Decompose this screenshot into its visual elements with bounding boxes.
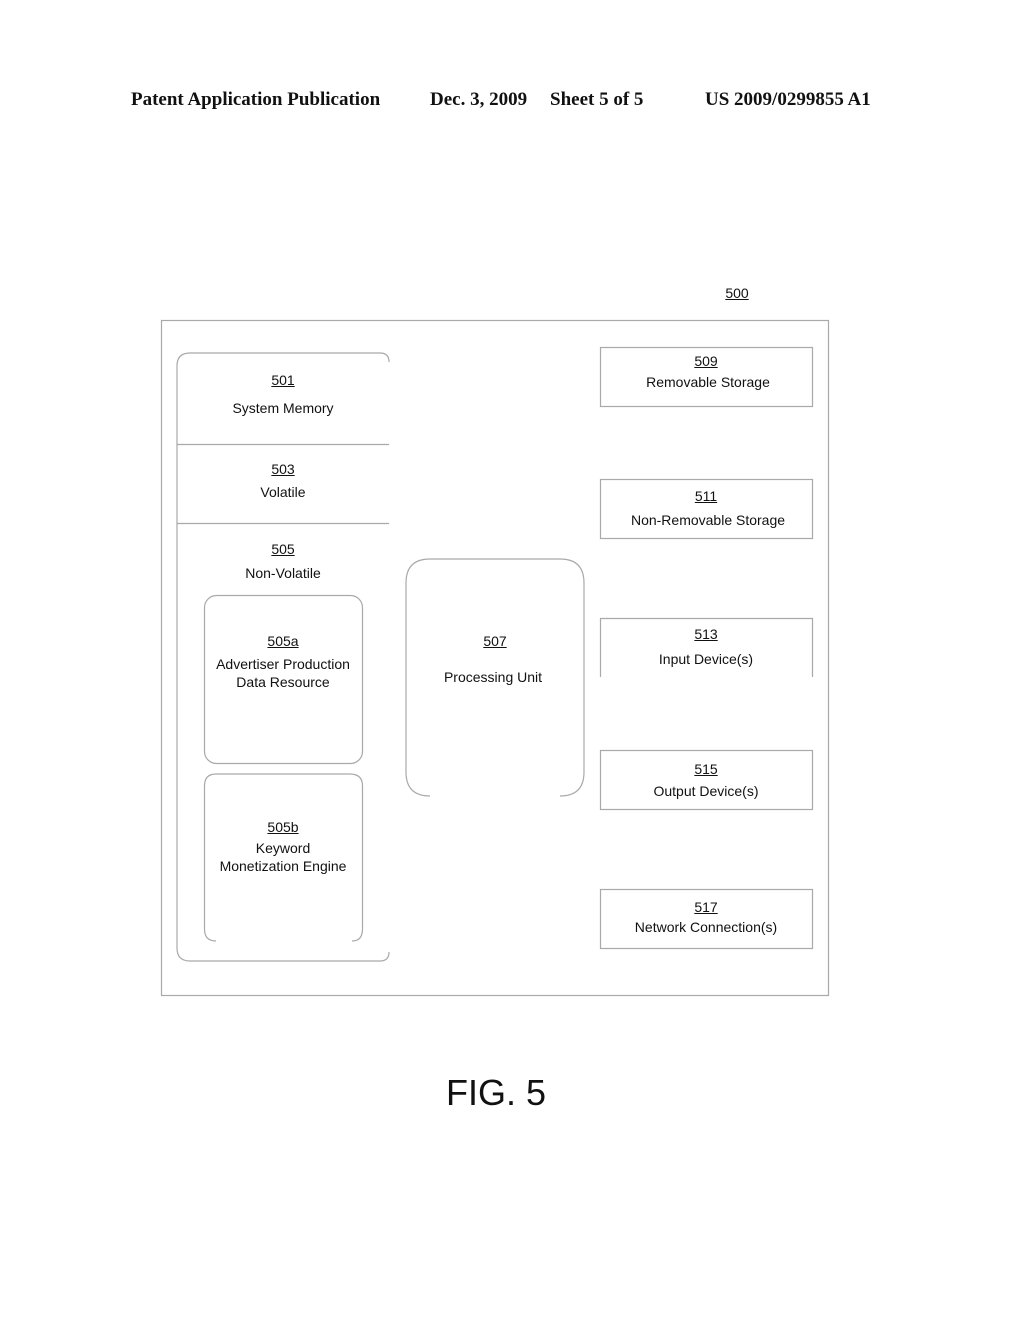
- figure-label: FIG. 5: [446, 1072, 547, 1113]
- diagram-shapes: [160, 319, 830, 997]
- removable-storage-number: 509: [694, 353, 718, 369]
- processing-unit-number: 507: [483, 633, 507, 649]
- device-ref-number: 500: [725, 285, 749, 301]
- keyword-engine-label-line2: Monetization Engine: [219, 858, 347, 874]
- system-memory-number: 501: [271, 372, 295, 388]
- system-memory-label: System Memory: [232, 400, 334, 416]
- volatile-number: 503: [271, 461, 295, 477]
- non-volatile-number: 505: [271, 541, 295, 557]
- network-connections-number: 517: [694, 899, 718, 915]
- advertiser-data-label-line1: Advertiser Production: [216, 656, 350, 672]
- non-volatile-label: Non-Volatile: [245, 565, 321, 581]
- advertiser-data-label-line2: Data Resource: [236, 674, 330, 690]
- non-removable-storage-label: Non-Removable Storage: [630, 512, 786, 528]
- removable-storage-label: Removable Storage: [646, 374, 770, 390]
- keyword-engine-number: 505b: [267, 819, 299, 835]
- output-devices-label: Output Device(s): [653, 783, 759, 799]
- keyword-engine-label-line1: Keyword: [255, 840, 311, 856]
- advertiser-data-number: 505a: [267, 633, 299, 649]
- input-devices-label: Input Device(s): [658, 651, 754, 667]
- volatile-label: Volatile: [260, 484, 306, 500]
- network-connections-label: Network Connection(s): [634, 919, 778, 935]
- non-removable-storage-number: 511: [694, 488, 718, 504]
- output-devices-number: 515: [694, 761, 718, 777]
- input-devices-number: 513: [694, 626, 718, 642]
- processing-unit-label: Processing Unit: [443, 669, 543, 685]
